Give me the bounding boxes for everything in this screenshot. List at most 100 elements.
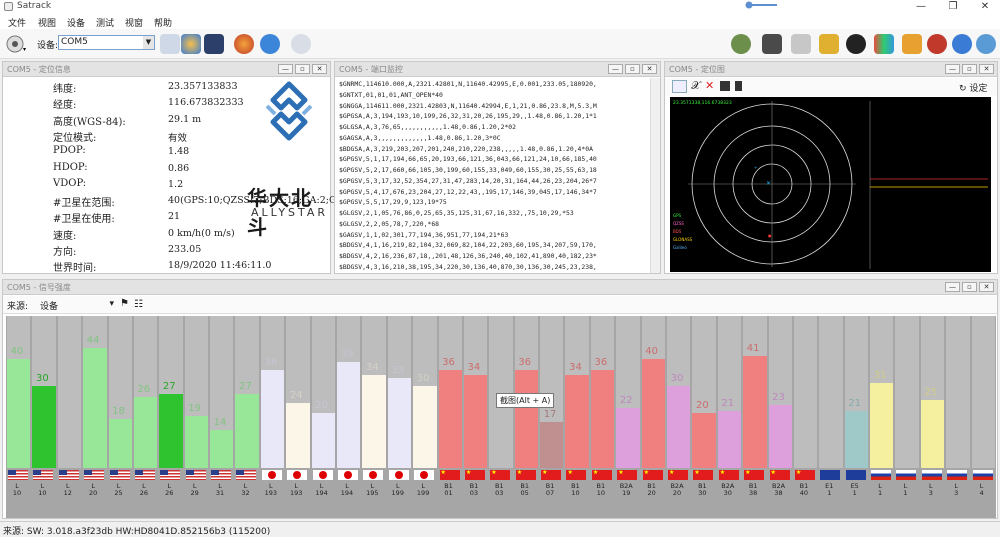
- satellite-prn: 12: [63, 489, 72, 497]
- panel-restore-button[interactable]: ▫: [625, 64, 640, 74]
- signal-bar[interactable]: [83, 348, 107, 468]
- signal-bar[interactable]: [159, 394, 183, 468]
- signal-bar[interactable]: [692, 413, 716, 468]
- flag-icon[interactable]: ⚑: [120, 298, 129, 309]
- signal-bar[interactable]: [184, 416, 209, 468]
- signal-value-label: 30: [670, 373, 684, 385]
- satellite-prn: 30: [723, 489, 732, 497]
- menu-test[interactable]: 测试: [96, 16, 114, 29]
- signal-bar[interactable]: [590, 369, 615, 468]
- earth-icon[interactable]: [952, 34, 972, 54]
- signal-bar[interactable]: [717, 410, 742, 468]
- maximize-icon[interactable]: ❐: [944, 0, 962, 14]
- signal-bar[interactable]: [286, 402, 310, 468]
- minimize-icon[interactable]: —: [912, 0, 930, 14]
- signal-bar[interactable]: [362, 375, 386, 468]
- signal-bar[interactable]: [870, 383, 894, 468]
- panel-close-button[interactable]: ✕: [979, 282, 994, 292]
- signal-bar[interactable]: [260, 369, 285, 468]
- satellite-icon[interactable]: [819, 34, 839, 54]
- stopwatch-icon[interactable]: [291, 34, 311, 54]
- source-select[interactable]: 设备 ▾: [40, 299, 114, 312]
- device-select[interactable]: COM5 ▼: [58, 35, 155, 50]
- parking-icon[interactable]: [902, 34, 922, 54]
- signal-bar[interactable]: [7, 358, 31, 468]
- signal-bar[interactable]: [210, 429, 234, 468]
- signal-chart-icon[interactable]: [874, 34, 894, 54]
- record-icon[interactable]: [234, 34, 254, 54]
- settings-dial-icon[interactable]: ▾: [5, 34, 27, 54]
- signal-bar[interactable]: [540, 421, 564, 468]
- flag-cn-icon: ★: [693, 470, 714, 480]
- chevron-down-icon[interactable]: ▼: [143, 36, 154, 49]
- panel-minimize-button[interactable]: —: [945, 64, 960, 74]
- target-icon[interactable]: [731, 34, 751, 54]
- web-icon[interactable]: [976, 34, 996, 54]
- menu-window[interactable]: 视窗: [125, 16, 143, 29]
- menu-device[interactable]: 设备: [67, 16, 85, 29]
- info-value: 1.48: [168, 146, 190, 158]
- signal-bar[interactable]: [920, 399, 945, 468]
- panel-close-button[interactable]: ✕: [312, 64, 327, 74]
- signal-value-label: 40: [10, 345, 24, 357]
- signal-bar[interactable]: [616, 408, 640, 468]
- connect-icon[interactable]: [160, 34, 180, 54]
- menu-help[interactable]: 帮助: [154, 16, 172, 29]
- antenna-red-icon[interactable]: [927, 34, 947, 54]
- signal-column: [971, 316, 995, 468]
- refresh-icon[interactable]: [260, 34, 280, 54]
- signal-bar[interactable]: [768, 405, 792, 468]
- signal-bar[interactable]: [463, 375, 488, 468]
- signal-bar[interactable]: [413, 386, 437, 468]
- panel-minimize-button[interactable]: —: [945, 282, 960, 292]
- panel-restore-button[interactable]: ▫: [962, 282, 977, 292]
- panel-restore-button[interactable]: ▫: [295, 64, 310, 74]
- trend-icon[interactable]: [672, 80, 687, 93]
- panel-minimize-button[interactable]: —: [278, 64, 293, 74]
- panel-close-button[interactable]: ✕: [979, 64, 994, 74]
- chevron-down-icon[interactable]: ▾: [109, 299, 114, 309]
- signal-bar[interactable]: [667, 386, 691, 468]
- globe-icon[interactable]: [181, 34, 201, 54]
- signal-bar[interactable]: [438, 369, 462, 468]
- satellite-label: B1 40: [793, 483, 815, 497]
- signal-bar[interactable]: [108, 418, 132, 468]
- nmea-line: $BDGSV,4,3,16,210,38,195,34,220,30,136,4…: [339, 262, 597, 271]
- signal-bar[interactable]: [387, 378, 412, 468]
- signal-bar[interactable]: [311, 413, 335, 468]
- monitor-icon[interactable]: [762, 34, 782, 54]
- signal-bar[interactable]: [743, 356, 767, 468]
- nmea-scrollbar[interactable]: [650, 78, 660, 273]
- menu-file[interactable]: 文件: [8, 16, 26, 29]
- signal-bar[interactable]: [844, 410, 869, 468]
- panel-restore-button[interactable]: ▫: [962, 64, 977, 74]
- signal-bar[interactable]: [337, 361, 361, 468]
- list-icon[interactable]: ☷: [134, 299, 143, 310]
- close-icon[interactable]: ✕: [976, 0, 994, 14]
- signal-bar[interactable]: [514, 369, 539, 468]
- signal-bar[interactable]: [565, 375, 589, 468]
- allystar-logo-icon: [265, 81, 313, 141]
- grid-icon[interactable]: [720, 81, 730, 91]
- nmea-log[interactable]: $GNRMC,114610.000,A,2321.42801,N,11640.4…: [339, 79, 645, 273]
- position-scatter-plot[interactable]: 23.3571338,116.6738323 ✕ + ● GPS QZSS BD…: [670, 97, 991, 272]
- pos-point-marker: +: [754, 165, 757, 170]
- signal-bar[interactable]: [32, 386, 56, 468]
- filter-icon[interactable]: 𝒳: [691, 79, 700, 93]
- antenna-icon[interactable]: [791, 34, 811, 54]
- menu-view[interactable]: 视图: [38, 16, 56, 29]
- panel-minimize-button[interactable]: —: [608, 64, 623, 74]
- export-icon[interactable]: [735, 81, 742, 91]
- signal-bar[interactable]: [235, 394, 259, 468]
- signal-bar[interactable]: [641, 358, 665, 468]
- panel-close-button[interactable]: ✕: [642, 64, 657, 74]
- flag-jp-icon: [363, 470, 384, 480]
- signal-value-label: 20: [315, 400, 328, 412]
- compass-icon[interactable]: [846, 34, 866, 54]
- save-icon[interactable]: [204, 34, 224, 54]
- signal-bar[interactable]: [133, 397, 158, 468]
- clear-icon[interactable]: ✕: [705, 79, 714, 92]
- legend-gps: GPS: [673, 213, 682, 218]
- settings-button[interactable]: ↻ 设定: [959, 81, 987, 94]
- title-slider[interactable]: [745, 1, 777, 9]
